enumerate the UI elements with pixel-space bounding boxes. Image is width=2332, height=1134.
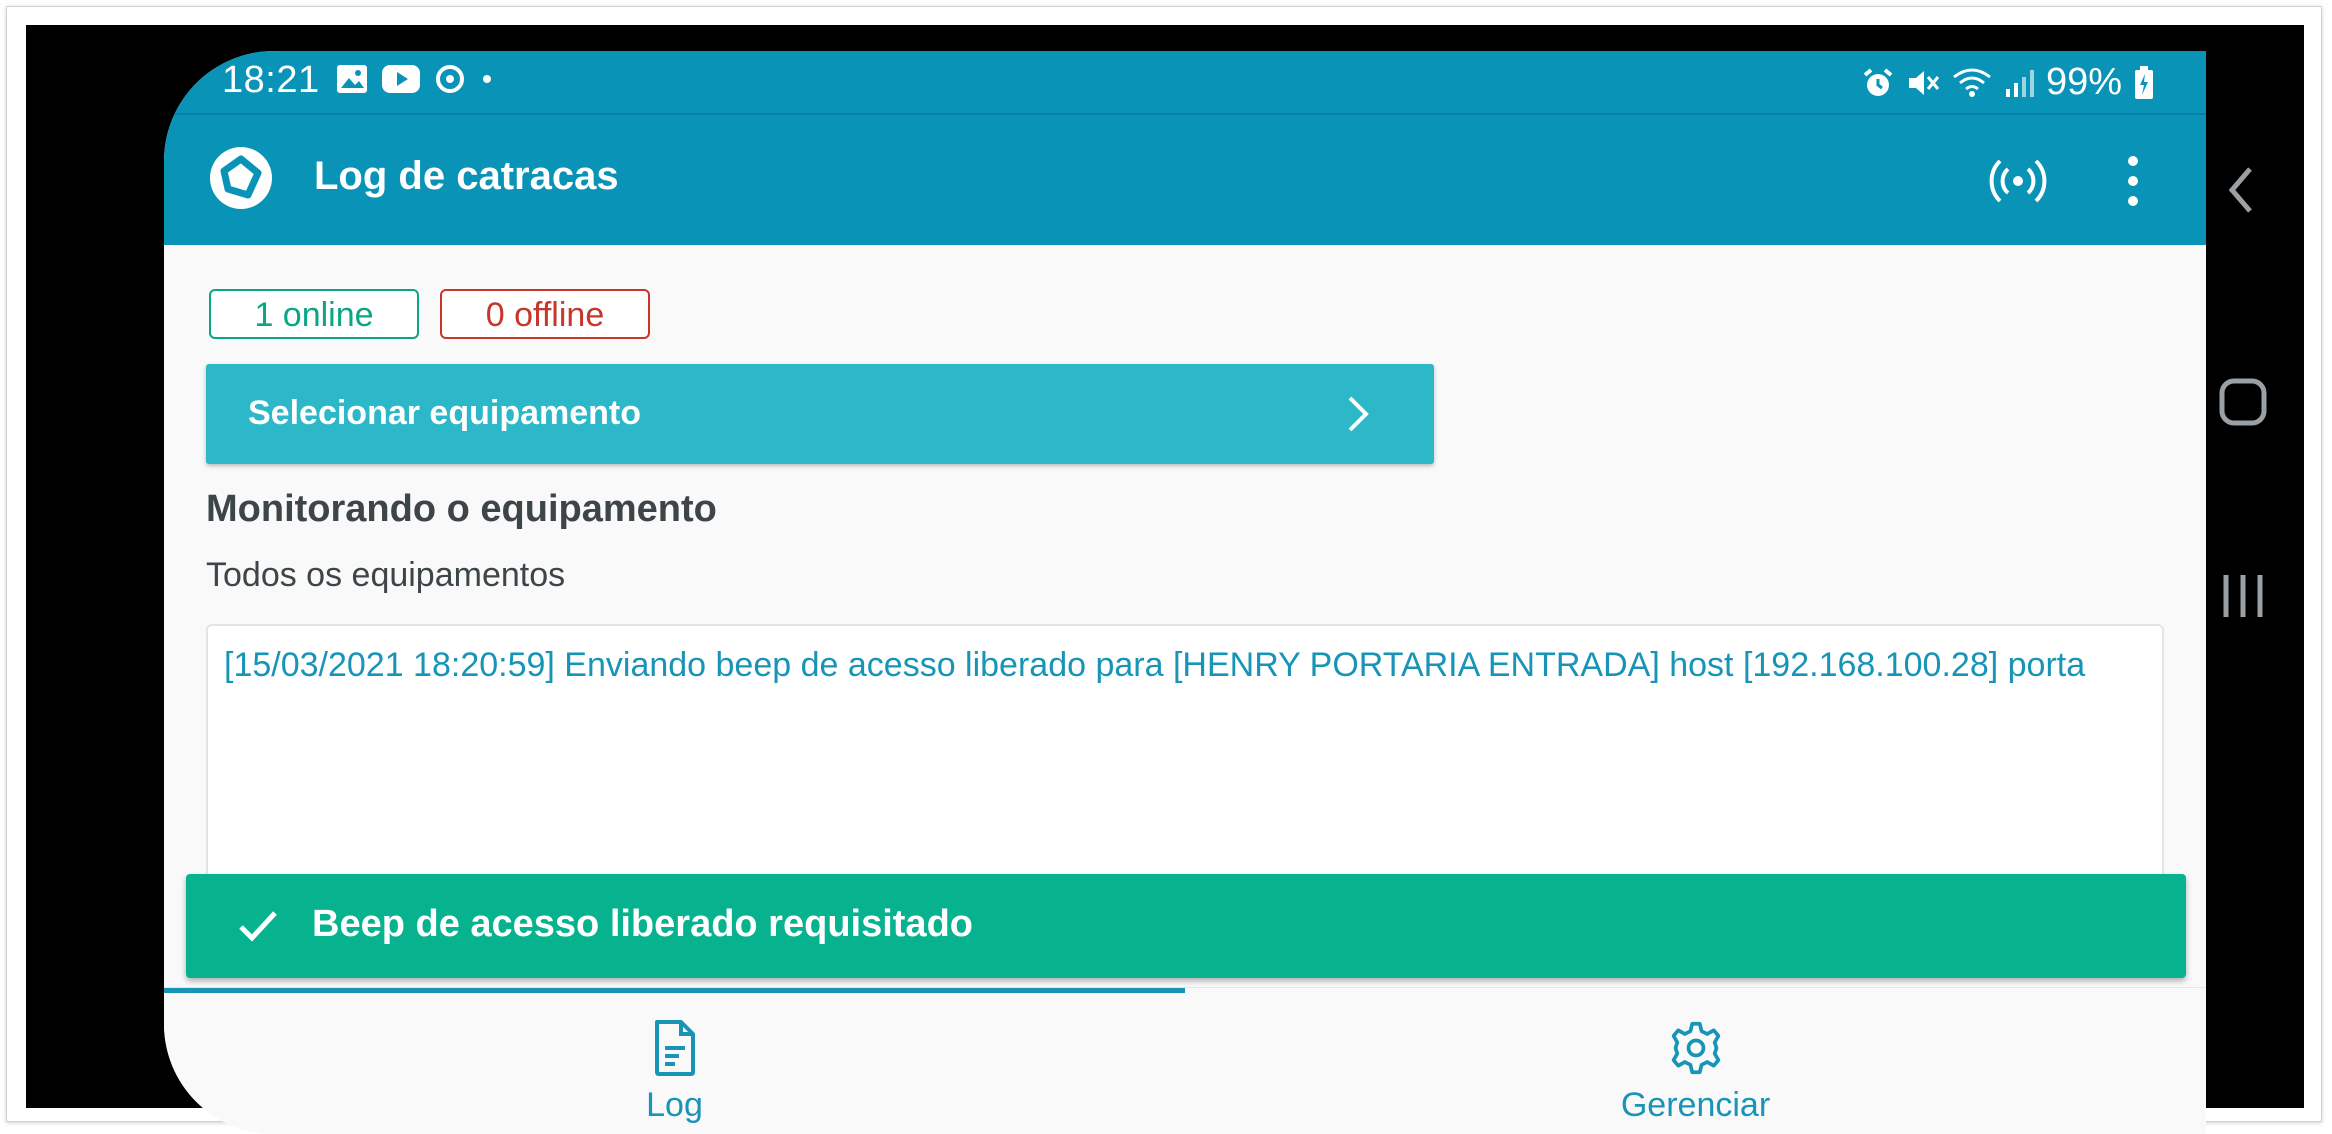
select-equipment-button[interactable]: Selecionar equipamento bbox=[206, 364, 1434, 464]
select-equipment-label: Selecionar equipamento bbox=[248, 394, 641, 432]
toast-message: Beep de acesso liberado requisitado bbox=[312, 903, 973, 945]
page-title: Log de catracas bbox=[314, 154, 619, 198]
status-bar: 18:21 99% bbox=[164, 51, 2206, 115]
app-screen: 18:21 99% Log de catracas 1 online 0 off… bbox=[164, 51, 2206, 1134]
chevron-right-icon bbox=[1348, 396, 1369, 432]
gallery-icon bbox=[337, 65, 367, 93]
offline-badge: 0 offline bbox=[440, 289, 650, 339]
youtube-icon bbox=[382, 65, 420, 93]
device-frame: 18:21 99% Log de catracas 1 online 0 off… bbox=[26, 25, 2304, 1134]
toast-notification: Beep de acesso liberado requisitado bbox=[186, 874, 2186, 978]
status-icons-left bbox=[336, 63, 494, 95]
battery-percent: 99% bbox=[2045, 61, 2122, 103]
bottom-nav: Log Gerenciar bbox=[164, 987, 2206, 1134]
signal-icon bbox=[2005, 69, 2034, 97]
online-badge: 1 online bbox=[209, 289, 419, 339]
app-bar: Log de catracas bbox=[164, 115, 2206, 245]
mute-icon bbox=[1908, 70, 1940, 95]
monitoring-subtitle: Todos os equipamentos bbox=[206, 556, 566, 594]
dot-icon bbox=[483, 75, 491, 83]
tab-log[interactable]: Log bbox=[164, 988, 1185, 1134]
log-line: [15/03/2021 18:20:59] Enviando beep de a… bbox=[224, 646, 2086, 684]
monitoring-title: Monitorando o equipamento bbox=[206, 488, 717, 530]
document-icon bbox=[654, 1020, 695, 1076]
broadcast-icon[interactable] bbox=[1988, 151, 2048, 211]
app-logo-icon bbox=[210, 147, 272, 209]
system-back-icon[interactable] bbox=[2222, 163, 2262, 217]
system-recents-icon[interactable] bbox=[2220, 571, 2266, 621]
more-vert-icon[interactable] bbox=[2118, 151, 2148, 211]
system-home-icon[interactable] bbox=[2218, 377, 2268, 427]
sync-icon bbox=[436, 65, 464, 93]
status-icons-right: 99% bbox=[1862, 61, 2154, 104]
alarm-icon bbox=[1863, 67, 1893, 96]
status-time: 18:21 bbox=[222, 59, 320, 101]
tab-manage[interactable]: Gerenciar bbox=[1185, 988, 2206, 1134]
tab-manage-label: Gerenciar bbox=[1620, 1086, 1771, 1124]
tab-log-label: Log bbox=[646, 1086, 703, 1124]
check-icon bbox=[239, 911, 277, 942]
gear-icon bbox=[1671, 1021, 1720, 1075]
wifi-icon bbox=[1953, 68, 1991, 97]
battery-charging-icon bbox=[2135, 65, 2153, 99]
